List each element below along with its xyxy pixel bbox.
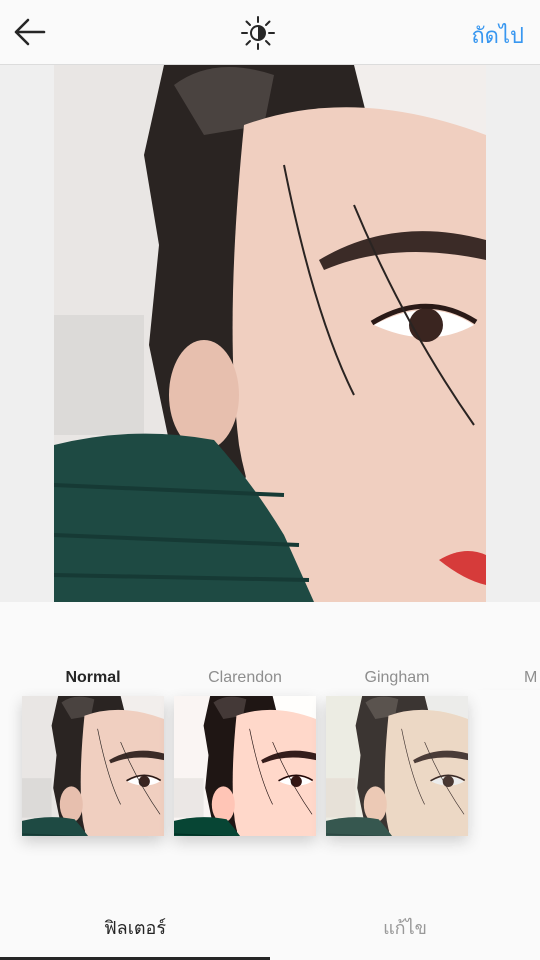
- tab-filter[interactable]: ฟิลเตอร์: [0, 898, 270, 960]
- filter-label: M: [524, 669, 538, 686]
- tab-edit[interactable]: แก้ไข: [270, 898, 540, 960]
- filter-gingham[interactable]: Gingham: [326, 660, 468, 836]
- filter-label: Gingham: [364, 669, 430, 686]
- next-button[interactable]: ถัดไป: [471, 18, 524, 53]
- filter-thumbnail[interactable]: [174, 696, 316, 836]
- top-bar: ถัดไป: [0, 0, 540, 65]
- back-arrow-icon[interactable]: [10, 14, 50, 50]
- filter-clarendon[interactable]: Clarendon: [174, 660, 316, 836]
- filter-thumbnail[interactable]: [326, 696, 468, 836]
- lux-sun-icon[interactable]: [239, 14, 277, 52]
- bottom-tabs: ฟิลเตอร์ แก้ไข: [0, 898, 540, 960]
- filter-partial[interactable]: M: [478, 660, 540, 690]
- photo-preview-area: [0, 65, 540, 602]
- photo-preview: [54, 65, 486, 602]
- filter-label: Normal: [65, 669, 121, 686]
- filter-normal[interactable]: Normal: [22, 660, 164, 836]
- filter-strip[interactable]: Normal Clarendon Gingham M: [0, 660, 540, 850]
- filter-label: Clarendon: [208, 669, 282, 686]
- filter-thumbnail[interactable]: [22, 696, 164, 836]
